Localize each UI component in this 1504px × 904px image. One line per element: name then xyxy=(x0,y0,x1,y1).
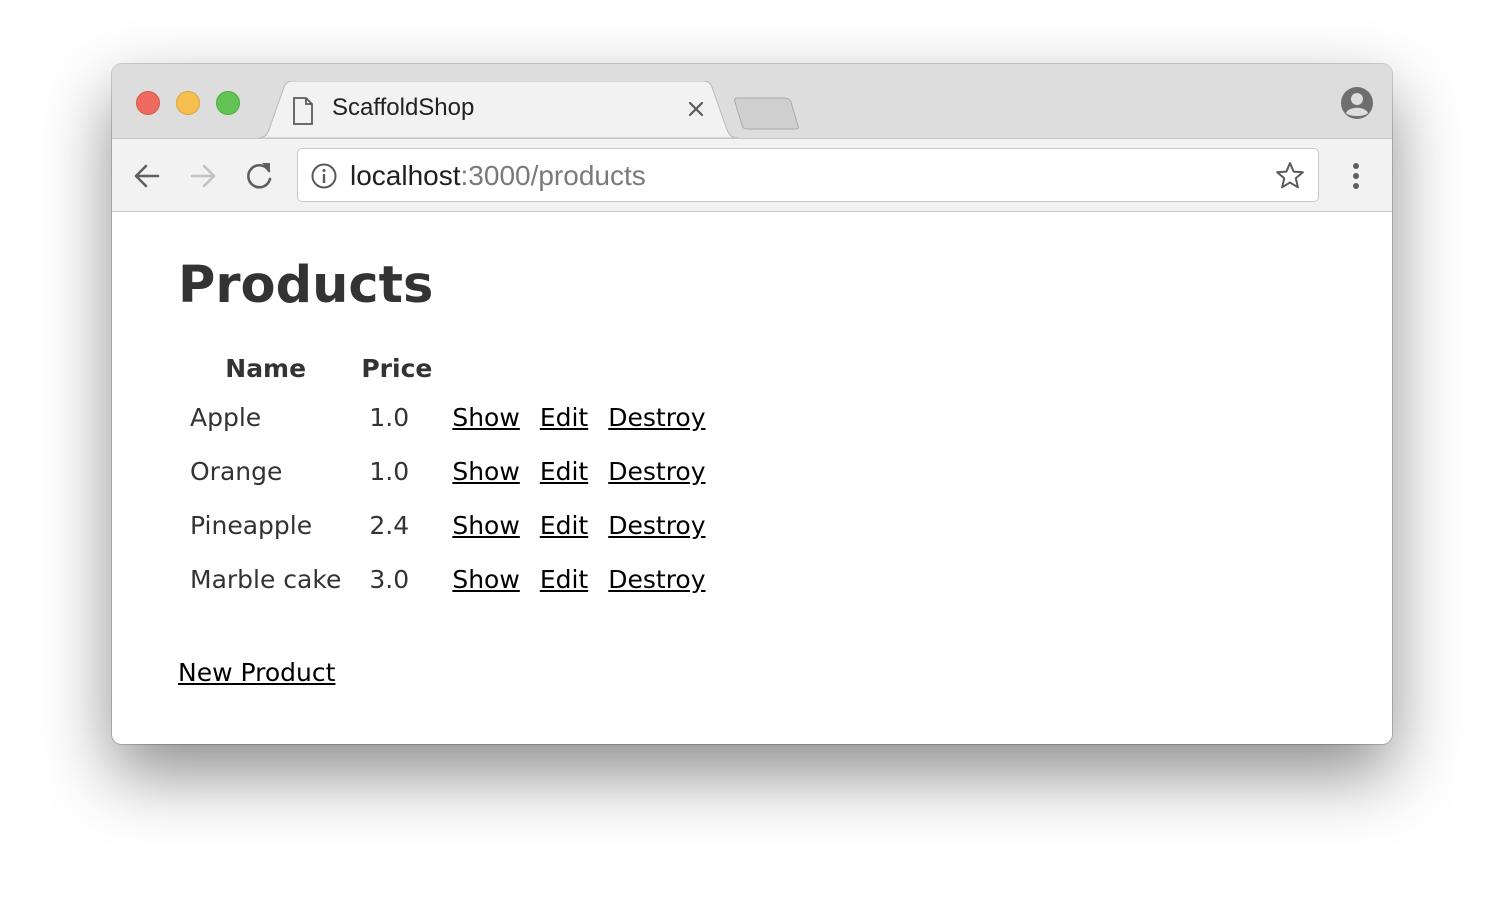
show-link[interactable]: Show xyxy=(452,457,519,486)
table-row: Pineapple 2.4 Show Edit Destroy xyxy=(182,498,714,552)
browser-window: ScaffoldShop localhost:3000/products Pro… xyxy=(112,64,1392,744)
product-price: 2.4 xyxy=(369,510,410,540)
show-link[interactable]: Show xyxy=(452,403,519,432)
product-name: Marble cake xyxy=(190,564,342,594)
star-icon[interactable] xyxy=(1274,160,1306,192)
profile-icon[interactable] xyxy=(1340,86,1374,120)
show-link[interactable]: Show xyxy=(452,565,519,594)
tab-strip: ScaffoldShop xyxy=(112,64,1392,139)
tab-background xyxy=(258,81,738,139)
reload-icon[interactable] xyxy=(242,159,276,193)
product-price: 1.0 xyxy=(369,402,410,432)
destroy-link[interactable]: Destroy xyxy=(608,511,705,540)
edit-link[interactable]: Edit xyxy=(540,565,588,594)
url-path: :3000/products xyxy=(460,160,646,191)
arrow-left-icon[interactable] xyxy=(130,159,164,193)
edit-link[interactable]: Edit xyxy=(540,511,588,540)
products-table: Name Price Apple 1.0 Show Edit Destroy O… xyxy=(178,350,718,606)
close-icon[interactable] xyxy=(684,97,708,121)
arrow-right-icon[interactable] xyxy=(186,159,220,193)
new-tab-icon[interactable] xyxy=(732,96,802,130)
product-price: 1.0 xyxy=(369,456,410,486)
new-product-link[interactable]: New Product xyxy=(178,658,335,687)
kebab-menu-icon[interactable] xyxy=(1342,159,1370,193)
product-name: Pineapple xyxy=(190,510,313,540)
destroy-link[interactable]: Destroy xyxy=(608,457,705,486)
url-text[interactable]: localhost:3000/products xyxy=(350,160,646,192)
table-row: Apple 1.0 Show Edit Destroy xyxy=(182,390,714,444)
table-header-row: Name Price xyxy=(182,350,714,390)
product-price: 3.0 xyxy=(369,564,410,594)
page-icon xyxy=(293,97,313,125)
window-close-button[interactable] xyxy=(136,91,160,115)
page-title: Products xyxy=(178,256,434,315)
column-header-price: Price xyxy=(361,353,433,383)
page-content: Products Name Price Apple 1.0 Show Edit … xyxy=(112,212,1392,744)
column-header-name: Name xyxy=(225,353,307,383)
browser-toolbar: localhost:3000/products xyxy=(112,138,1392,212)
product-name: Orange xyxy=(190,456,283,486)
tab-scaffoldshop[interactable]: ScaffoldShop xyxy=(258,81,738,139)
product-name: Apple xyxy=(190,402,262,432)
url-host: localhost xyxy=(350,160,461,191)
table-row: Marble cake 3.0 Show Edit Destroy xyxy=(182,552,714,606)
window-maximize-button[interactable] xyxy=(216,91,240,115)
table-row: Orange 1.0 Show Edit Destroy xyxy=(182,444,714,498)
column-header-actions xyxy=(444,350,713,390)
edit-link[interactable]: Edit xyxy=(540,403,588,432)
destroy-link[interactable]: Destroy xyxy=(608,403,705,432)
info-icon[interactable] xyxy=(310,162,338,190)
destroy-link[interactable]: Destroy xyxy=(608,565,705,594)
tab-title: ScaffoldShop xyxy=(332,94,475,121)
show-link[interactable]: Show xyxy=(452,511,519,540)
window-minimize-button[interactable] xyxy=(176,91,200,115)
address-bar[interactable]: localhost:3000/products xyxy=(297,148,1319,202)
edit-link[interactable]: Edit xyxy=(540,457,588,486)
